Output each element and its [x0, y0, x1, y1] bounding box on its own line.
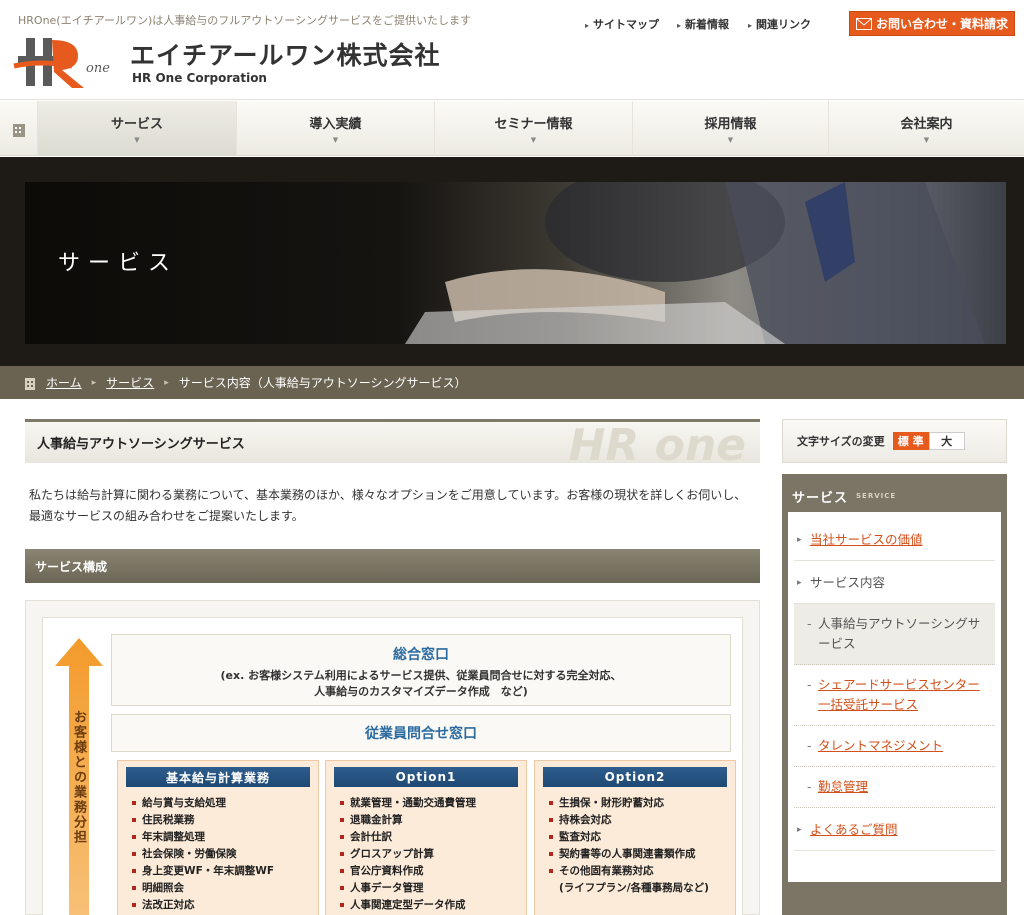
main-content: 人事給与アウトソーシングサービス HR one 私たちは給与計算に関わる業務につ… — [25, 419, 760, 583]
breadcrumb-current: サービス内容（人事給与アウトソーシングサービス） — [178, 376, 467, 390]
arrow-up-icon: お客様との業務分担 — [55, 638, 103, 915]
service-menu: サービス SERVICE 当社サービスの価値 サービス内容 人事給与アウトソーシ… — [782, 474, 1007, 915]
list-item: 監査対応 — [549, 829, 721, 846]
breadcrumb: ホーム ▸ サービス ▸ サービス内容（人事給与アウトソーシングサービス） — [0, 366, 1024, 399]
column-option2: Option2 生損保・財形貯蓄対応 持株会対応 監査対応 契約書等の人事関連書… — [534, 760, 736, 915]
hero-banner: サービス — [0, 157, 1024, 366]
svg-text:one: one — [86, 61, 110, 76]
contact-button[interactable]: お問い合わせ・資料請求 — [849, 11, 1015, 36]
nav-item-recruit[interactable]: 採用情報 ▼ — [632, 101, 828, 156]
chevron-down-icon: ▼ — [332, 136, 339, 144]
breadcrumb-service[interactable]: サービス — [106, 374, 154, 391]
util-link-sitemap[interactable]: ▸ サイトマップ — [585, 16, 659, 32]
list-item: 身上変更WF・年末調整WF — [132, 863, 304, 880]
list-item: 人事データ管理 — [340, 880, 512, 897]
column-list: 給与賞与支給処理 住民税業務 年末調整処理 社会保険・労働保険 身上変更WF・年… — [118, 793, 318, 914]
column-header: Option1 — [334, 767, 518, 787]
company-name-jp: エイチアールワン株式会社 — [130, 41, 441, 70]
util-link-news[interactable]: ▸ 新着情報 — [677, 16, 729, 32]
font-size-label: 文字サイズの変更 — [797, 435, 885, 448]
arrow-right-icon: ▸ — [585, 21, 590, 30]
building-icon — [0, 101, 37, 156]
sidebar-item-payroll-outsourcing[interactable]: 人事給与アウトソーシングサービス — [794, 604, 995, 665]
arrow-right-icon: ▸ — [677, 21, 682, 30]
chevron-right-icon: ▸ — [164, 377, 169, 388]
font-size-large-button[interactable]: 大 — [928, 432, 965, 450]
mail-icon — [855, 17, 872, 30]
list-item: その他固有業務対応 — [549, 863, 721, 880]
column-header: Option2 — [543, 767, 727, 787]
nav-item-cases[interactable]: 導入実績 ▼ — [236, 101, 434, 156]
nav-item-service[interactable]: サービス ▼ — [37, 101, 236, 156]
column-basic-payroll: 基本給与計算業務 給与賞与支給処理 住民税業務 年末調整処理 社会保険・労働保険… — [117, 760, 319, 915]
hrone-watermark: HR one — [568, 420, 746, 463]
site-header: HROne(エイチアールワン)は人事給与のフルアウトソーシングサービスをご提供い… — [0, 0, 1024, 100]
page-heading: 人事給与アウトソーシングサービス HR one — [25, 419, 760, 463]
list-item: 社会保険・労働保険 — [132, 846, 304, 863]
service-menu-list: 当社サービスの価値 サービス内容 人事給与アウトソーシングサービス シェアードサ… — [788, 512, 1001, 882]
list-item: 人事関連定型データ作成 — [340, 897, 512, 914]
diagram-panel: お客様との業務分担 総合窓口 (ex. お客様システム利用によるサービス提供、従… — [42, 617, 743, 915]
hrone-logo[interactable]: one — [12, 32, 122, 92]
list-item: 就業管理・通勤交通費管理 — [340, 795, 512, 812]
column-list: 就業管理・通勤交通費管理 退職金計算 会計仕訳 グロスアップ計算 官公庁資料作成… — [326, 793, 526, 914]
sidebar-item-service-content[interactable]: サービス内容 — [794, 561, 995, 604]
breadcrumb-home[interactable]: ホーム — [46, 374, 82, 391]
site-tagline: HROne(エイチアールワン)は人事給与のフルアウトソーシングサービスをご提供い… — [18, 14, 472, 27]
intro-text: 私たちは給与計算に関わる業務について、基本業務のほか、様々なオプションをご用意し… — [29, 488, 747, 523]
building-icon — [25, 377, 35, 390]
contact-button-label: お問い合わせ・資料請求 — [875, 17, 1008, 31]
sidebar-item-talent-management[interactable]: タレントマネジメント — [794, 726, 995, 767]
font-size-standard-button[interactable]: 標 準 — [892, 432, 929, 450]
chevron-down-icon: ▼ — [727, 136, 734, 144]
list-item: 住民税業務 — [132, 812, 304, 829]
list-item: グロスアップ計算 — [340, 846, 512, 863]
list-item: 退職金計算 — [340, 812, 512, 829]
sidebar: 文字サイズの変更 標 準 大 サービス SERVICE 当社サービスの価値 サー… — [782, 419, 1007, 915]
sidebar-item-faq[interactable]: よくあるご質問 — [794, 808, 995, 851]
service-menu-heading: サービス SERVICE — [792, 490, 897, 506]
chevron-right-icon: ▸ — [91, 377, 97, 388]
column-header: 基本給与計算業務 — [126, 767, 310, 787]
list-item: 生損保・財形貯蓄対応 — [549, 795, 721, 812]
list-item: 契約書等の人事関連書類作成 — [549, 846, 721, 863]
list-item: 持株会対応 — [549, 812, 721, 829]
list-item: (ライフプラン/各種事務局など) — [559, 882, 709, 894]
chevron-down-icon: ▼ — [530, 136, 537, 144]
list-item: 法改正対応 — [132, 897, 304, 914]
chevron-down-icon: ▼ — [923, 136, 930, 144]
sidebar-item-value[interactable]: 当社サービスの価値 — [794, 518, 995, 561]
section-heading: サービス構成 — [25, 549, 760, 583]
arrow-right-icon: ▸ — [748, 21, 753, 30]
arrow-label: お客様との業務分担 — [71, 710, 86, 845]
chevron-down-icon: ▼ — [134, 136, 140, 144]
nav-item-company[interactable]: 会社案内 ▼ — [828, 101, 1024, 156]
sidebar-item-shared-service[interactable]: シェアードサービスセンター一括受託サービス — [794, 665, 995, 726]
company-name-en: HR One Corporation — [132, 71, 267, 85]
service-menu-heading-en: SERVICE — [856, 492, 897, 500]
employee-window-box: 従業員問合せ窓口 — [111, 714, 731, 752]
general-window-title: 総合窓口 — [393, 647, 449, 663]
employee-window-title: 従業員問合せ窓口 — [365, 726, 477, 742]
list-item: 会計仕訳 — [340, 829, 512, 846]
list-item: 官公庁資料作成 — [340, 863, 512, 880]
general-window-sub1: (ex. お客様システム利用によるサービス提供、従業員問合せに対する完全対応、 — [220, 669, 622, 682]
hero-title: サービス — [58, 251, 179, 276]
page-title: 人事給与アウトソーシングサービス — [37, 437, 245, 452]
font-size-switcher: 文字サイズの変更 標 準 大 — [782, 419, 1007, 463]
sidebar-item-attendance[interactable]: 勤怠管理 — [794, 767, 995, 808]
util-link-related[interactable]: ▸ 関連リンク — [748, 16, 811, 32]
column-option1: Option1 就業管理・通勤交通費管理 退職金計算 会計仕訳 グロスアップ計算… — [325, 760, 527, 915]
global-nav: サービス ▼ 導入実績 ▼ セミナー情報 ▼ 採用情報 ▼ 会社案内 ▼ — [0, 101, 1024, 156]
general-window-box: 総合窓口 (ex. お客様システム利用によるサービス提供、従業員問合せに対する完… — [111, 634, 731, 706]
column-list: 生損保・財形貯蓄対応 持株会対応 監査対応 契約書等の人事関連書類作成 その他固… — [535, 793, 735, 897]
service-diagram: お客様との業務分担 総合窓口 (ex. お客様システム利用によるサービス提供、従… — [25, 600, 760, 915]
list-item: 給与賞与支給処理 — [132, 795, 304, 812]
list-item: 年末調整処理 — [132, 829, 304, 846]
nav-item-seminar[interactable]: セミナー情報 ▼ — [434, 101, 632, 156]
list-item: 明細照会 — [132, 880, 304, 897]
general-window-sub2: 人事給与のカスタマイズデータ作成 など) — [314, 685, 528, 698]
